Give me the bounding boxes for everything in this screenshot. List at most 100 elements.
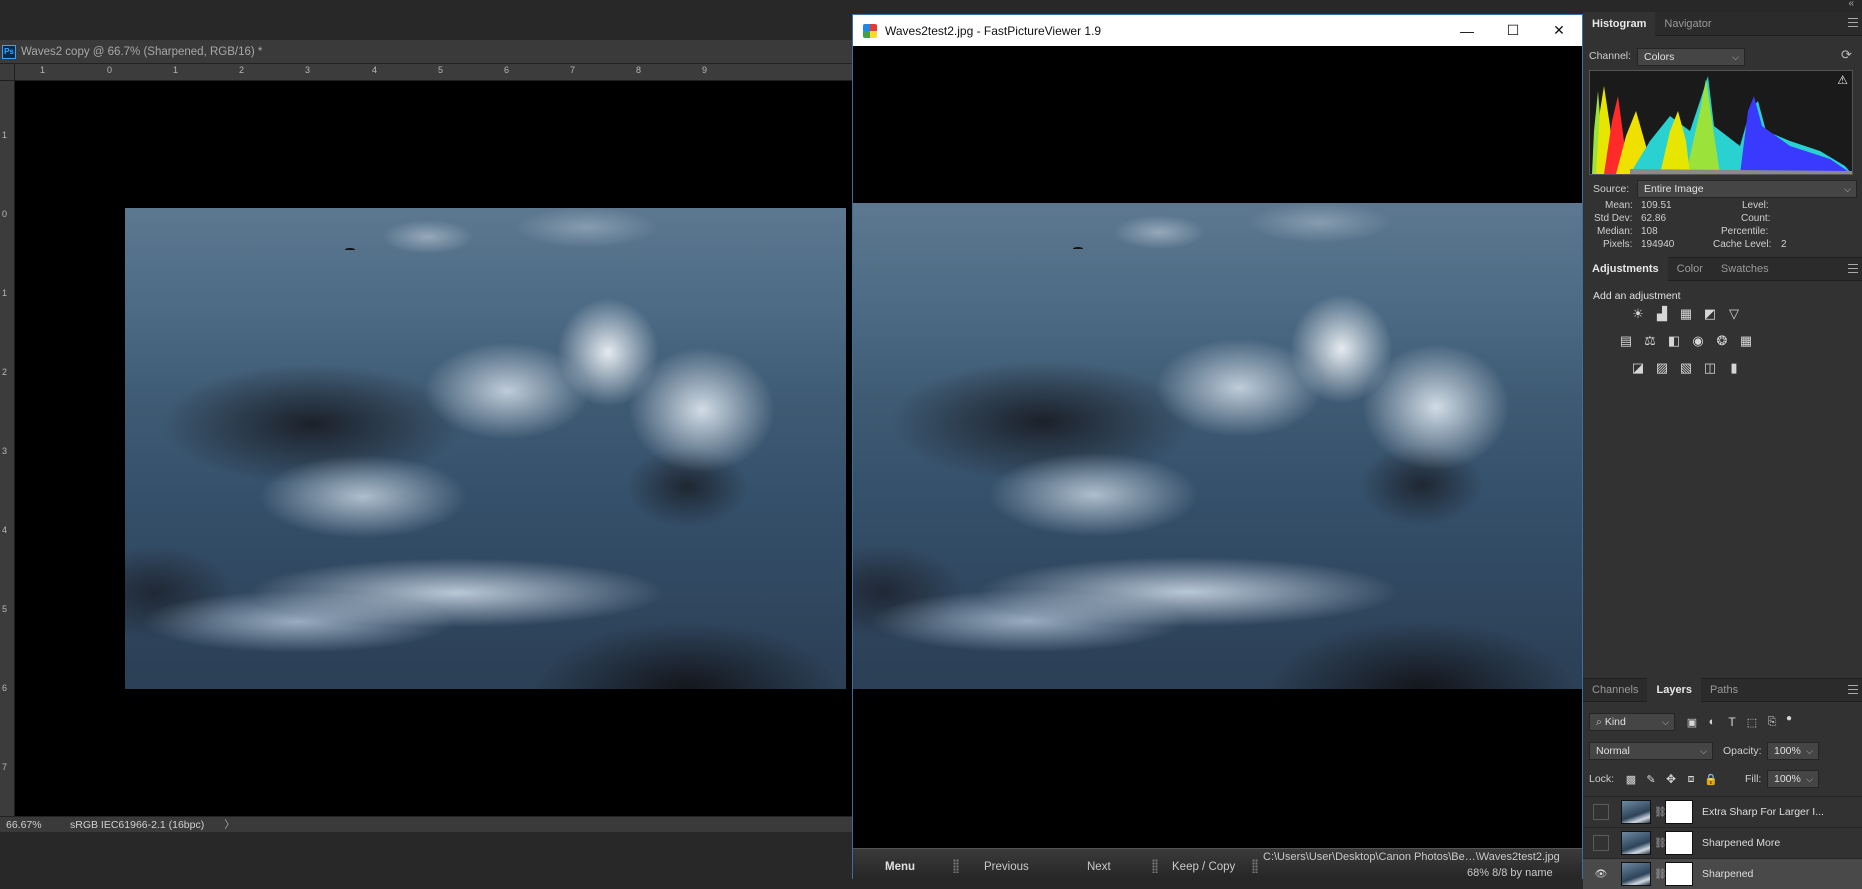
opacity-field[interactable]: 100% ⌵ [1767, 742, 1819, 760]
ruler-label: 0 [2, 209, 8, 219]
layer-row[interactable]: 👁 ⛓ Sharpened [1583, 858, 1862, 889]
document-tab[interactable]: Ps Waves2 copy @ 66.7% (Sharpened, RGB/1… [0, 40, 852, 64]
tab-adjustments[interactable]: Adjustments [1583, 257, 1668, 281]
invert-icon[interactable]: ◪ [1630, 360, 1646, 376]
photoshop-canvas[interactable] [15, 81, 852, 816]
close-button[interactable]: ✕ [1536, 15, 1582, 46]
tab-paths[interactable]: Paths [1701, 678, 1747, 702]
lock-position-icon[interactable]: ✥ [1663, 771, 1679, 787]
visibility-toggle[interactable] [1593, 835, 1609, 851]
tab-color[interactable]: Color [1668, 257, 1712, 281]
tab-channels[interactable]: Channels [1583, 678, 1647, 702]
layer-row[interactable]: ⛓ Sharpened More [1583, 827, 1862, 858]
fill-label: Fill: [1745, 773, 1762, 785]
filter-pixel-icon[interactable]: ▣ [1684, 714, 1700, 730]
channel-mixer-icon[interactable]: ❂ [1714, 333, 1730, 349]
keep-copy-button[interactable]: Keep / Copy [1172, 861, 1235, 873]
layer-name[interactable]: Extra Sharp For Larger I... [1702, 806, 1824, 818]
collapse-icon[interactable]: « [1848, 0, 1854, 9]
blend-mode-select[interactable]: Normal ⌵ [1589, 742, 1713, 760]
posterize-icon[interactable]: ▨ [1654, 360, 1670, 376]
source-select-value: Entire Image [1644, 183, 1704, 195]
maximize-button[interactable]: ☐ [1490, 15, 1536, 46]
eye-icon[interactable]: 👁 [1593, 866, 1609, 882]
panel-collapse-strip[interactable]: « [1583, 0, 1862, 12]
stat-value: 108 [1641, 226, 1658, 237]
fastpictureviewer-window[interactable]: Waves2test2.jpg - FastPictureViewer 1.9 … [852, 14, 1583, 879]
menu-button[interactable]: Menu [885, 861, 915, 873]
photo-filter-icon[interactable]: ◉ [1690, 333, 1706, 349]
link-icon[interactable]: ⛓ [1654, 838, 1667, 849]
vertical-ruler[interactable]: 1 0 1 2 3 4 5 6 7 [0, 64, 15, 816]
horizontal-ruler[interactable]: 1 0 1 2 3 4 5 6 7 8 9 [15, 64, 852, 81]
lock-all-icon[interactable]: 🔒 [1703, 771, 1719, 787]
tab-histogram[interactable]: Histogram [1583, 11, 1656, 36]
fpv-image-area[interactable] [853, 46, 1582, 861]
gull-shape [345, 248, 355, 251]
layer-row[interactable]: ⛓ Extra Sharp For Larger I... [1583, 796, 1862, 827]
tab-swatches[interactable]: Swatches [1712, 257, 1778, 281]
panel-menu-icon[interactable] [1848, 264, 1858, 273]
lock-transparent-icon[interactable]: ▩ [1623, 771, 1639, 787]
exposure-icon[interactable]: ◩ [1702, 306, 1718, 322]
layer-mask-thumbnail[interactable] [1665, 800, 1693, 824]
curves-icon[interactable]: ▦ [1678, 306, 1694, 322]
layer-mask-thumbnail[interactable] [1665, 862, 1693, 886]
next-button[interactable]: Next [1087, 861, 1111, 873]
color-profile: sRGB IEC61966-2.1 (16bpc) [70, 818, 205, 831]
status-menu-arrow[interactable]: 〉 [224, 817, 235, 832]
filter-toggle-icon[interactable]: ● [1781, 710, 1797, 726]
layer-mask-thumbnail[interactable] [1665, 831, 1693, 855]
layer-thumbnail [1621, 862, 1651, 886]
filter-smart-object-icon[interactable]: ⎘ [1764, 714, 1780, 730]
black-white-icon[interactable]: ◧ [1666, 333, 1682, 349]
lock-artboard-icon[interactable]: ⧈ [1683, 771, 1699, 787]
tab-layers[interactable]: Layers [1647, 678, 1701, 702]
source-label: Source: [1593, 183, 1630, 195]
source-select[interactable]: Entire Image ⌵ [1637, 180, 1857, 198]
selective-color-icon[interactable]: ◫ [1702, 360, 1718, 376]
hue-saturation-icon[interactable]: ▤ [1618, 333, 1634, 349]
filter-type-icon[interactable]: T [1724, 714, 1740, 730]
visibility-toggle[interactable] [1593, 804, 1609, 820]
layers-panel-tabs: Channels Layers Paths [1583, 678, 1862, 702]
color-lookup-icon[interactable]: ▦ [1738, 333, 1754, 349]
panel-menu-icon[interactable] [1848, 685, 1858, 694]
layer-name[interactable]: Sharpened More [1702, 837, 1780, 849]
ruler-origin[interactable] [0, 64, 15, 81]
fpv-title-bar[interactable]: Waves2test2.jpg - FastPictureViewer 1.9 … [853, 15, 1582, 46]
ruler-label: 7 [570, 65, 576, 75]
filter-shape-icon[interactable]: ⬚ [1744, 714, 1760, 730]
fill-field[interactable]: 100% ⌵ [1767, 770, 1819, 788]
zoom-level[interactable]: 66.67% [6, 819, 66, 831]
link-icon[interactable]: ⛓ [1654, 807, 1667, 818]
previous-button[interactable]: Previous [984, 861, 1029, 873]
link-icon[interactable]: ⛓ [1654, 869, 1667, 880]
layer-filter-select[interactable]: ⌕ Kind ⌵ [1589, 713, 1675, 731]
refresh-icon[interactable]: ⟳ [1841, 47, 1852, 63]
workspace-background [0, 832, 852, 879]
layer-name[interactable]: Sharpened [1702, 868, 1753, 880]
chevron-down-icon: ⌵ [1844, 184, 1851, 194]
color-balance-icon[interactable]: ⚖ [1642, 333, 1658, 349]
image-info: 68% 8/8 by name [1467, 867, 1553, 879]
stat-label: Level: [1742, 200, 1769, 211]
levels-icon[interactable]: ▟ [1654, 306, 1670, 322]
warning-icon[interactable]: ⚠ [1837, 73, 1848, 87]
tab-navigator[interactable]: Navigator [1655, 12, 1720, 36]
vibrance-icon[interactable]: ▽ [1726, 306, 1742, 322]
lock-image-icon[interactable]: ✎ [1643, 771, 1659, 787]
filter-adjustment-icon[interactable]: ◐ [1704, 714, 1720, 730]
threshold-icon[interactable]: ▧ [1678, 360, 1694, 376]
minimize-button[interactable]: — [1444, 15, 1490, 46]
document-tab-title: Waves2 copy @ 66.7% (Sharpened, RGB/16) … [21, 45, 263, 58]
chevron-down-icon: ⌵ [1662, 717, 1669, 727]
panel-menu-icon[interactable] [1848, 18, 1858, 27]
brightness-contrast-icon[interactable]: ☀ [1630, 306, 1646, 322]
chevron-down-icon: ⌵ [1732, 52, 1739, 62]
gradient-map-icon[interactable]: ▮ [1726, 360, 1742, 376]
opacity-value: 100% [1774, 745, 1801, 757]
opacity-label: Opacity: [1723, 745, 1762, 757]
channel-select[interactable]: Colors ⌵ [1637, 48, 1745, 66]
right-panel-dock: « Histogram Navigator Channel: Colors ⌵ ⟳… [1583, 0, 1862, 889]
